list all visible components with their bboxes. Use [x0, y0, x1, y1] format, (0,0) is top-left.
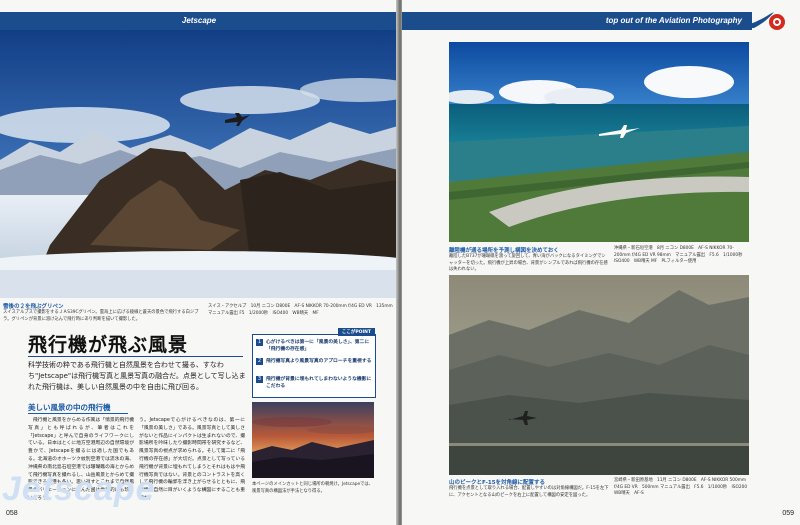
photo1-caption-title: 離陸機が通る場所を予測し構図を決めておく [449, 248, 559, 254]
hero-caption-text: スイスアルプスで撮影をするＪＡS39Cグリペン。雲海上に広げる稜線と蒼天の景色で… [3, 310, 199, 322]
photo2-camera-data: 宮崎県・新田原基地 11月 ニコン D800E AF-S NIKKOR 500m… [614, 478, 752, 496]
jetscape-watermark: Jetscape [2, 470, 156, 508]
photo2-caption-title: 山のピークとF-15を対角線に配置する [449, 480, 546, 486]
point-number-3: 3 [256, 376, 263, 383]
photo1-camera-data: 沖縄県・新石垣空港 8月 ニコン D800E AF-S NIKKOR 70-20… [614, 246, 747, 264]
hero-caption-title: 雪後の２を飛ぶグリペン [3, 304, 64, 310]
left-header-bar: Jetscape [0, 12, 398, 30]
point-text-1: 心がけるべきは第一に「風景の美しさ」、第二に「飛行機の存在感」 [266, 340, 370, 352]
article-title: 飛行機が飛ぶ風景 [28, 334, 189, 356]
point-box: ここがPOINT 1 心がけるべきは第一に「風景の美しさ」、第二に「飛行機の存在… [252, 328, 376, 398]
left-page: Jetscape 雪後の２を飛ぶグリペン スイスアルプスで撮影をするＪＡS39C… [0, 0, 398, 525]
f15-mountain-photo [449, 275, 749, 475]
right-header-bar: top out of the Aviation Photography [402, 12, 752, 30]
page-number-right: 059 [782, 510, 794, 517]
section-rule [28, 413, 128, 414]
okinawa-airport-photo [449, 42, 749, 242]
photo2-caption-text: 飛行機を点景として取り入れる場合、配置しやすいのは対角線構図だ。F-15を左下に… [449, 486, 609, 498]
article-lead: 科学技術の粋である飛行機と自然風景を合わせて撮る、すなわち"Jetscape"は… [28, 361, 246, 391]
point-text-2: 飛行機写真より風景写真のアプローチを重視する [266, 359, 372, 364]
section-heading: 美しい風景の中の飛行機 [28, 403, 111, 412]
point-text-3: 飛行機が背景に埋もれてしまわないような機影にこだわる [266, 377, 372, 389]
hero-caption: 雪後の２を飛ぶグリペン スイスアルプスで撮影をするＪＡS39Cグリペン。雲海上に… [3, 302, 203, 323]
wing-emblem [732, 8, 792, 36]
f15-mountain-svg [449, 275, 749, 475]
point-item-3: 3 飛行機が背景に埋もれてしまわないような機影にこだわる [256, 376, 372, 390]
sunrise-photo-svg [252, 402, 374, 478]
photo1-caption: 離陸機が通る場所を予測し構図を決めておく 離陸したB737が珊瑚礁を渡って旋回し… [449, 246, 609, 274]
okinawa-airport-svg [449, 42, 749, 242]
point-number-1: 1 [256, 339, 263, 346]
point-label: ここがPOINT [337, 328, 375, 336]
right-page: top out of the Aviation Photography 離陸機が… [402, 0, 800, 525]
point-number-2: 2 [256, 358, 263, 365]
sunrise-photo [252, 402, 374, 478]
photo2-caption: 山のピークとF-15を対角線に配置する 飛行機を点景として取り入れる場合、配置し… [449, 478, 609, 499]
photo1-caption-text: 離陸したB737が珊瑚礁を渡って旋回して、青い海がバックになるタイミングでシャッ… [449, 254, 608, 272]
title-rule [28, 356, 243, 357]
hero-photo-svg [0, 30, 398, 298]
point-item-2: 2 飛行機写真より風景写真のアプローチを重視する [256, 358, 372, 365]
wing-emblem-svg [732, 12, 785, 30]
point-item-1: 1 心がけるべきは第一に「風景の美しさ」、第二に「飛行機の存在感」 [256, 339, 372, 353]
hero-camera-data: スイス・アクセルプ 10月 ニコン D800E AF-S NIKKOR 70-2… [208, 304, 398, 316]
hero-photo-alps-gripen [0, 30, 398, 298]
page-number-left: 058 [6, 510, 18, 517]
sunrise-photo-caption: 本ページのメインカットと同じ場所の朝焼け。Jetscapeでは、風景写真の構図法… [252, 482, 374, 494]
